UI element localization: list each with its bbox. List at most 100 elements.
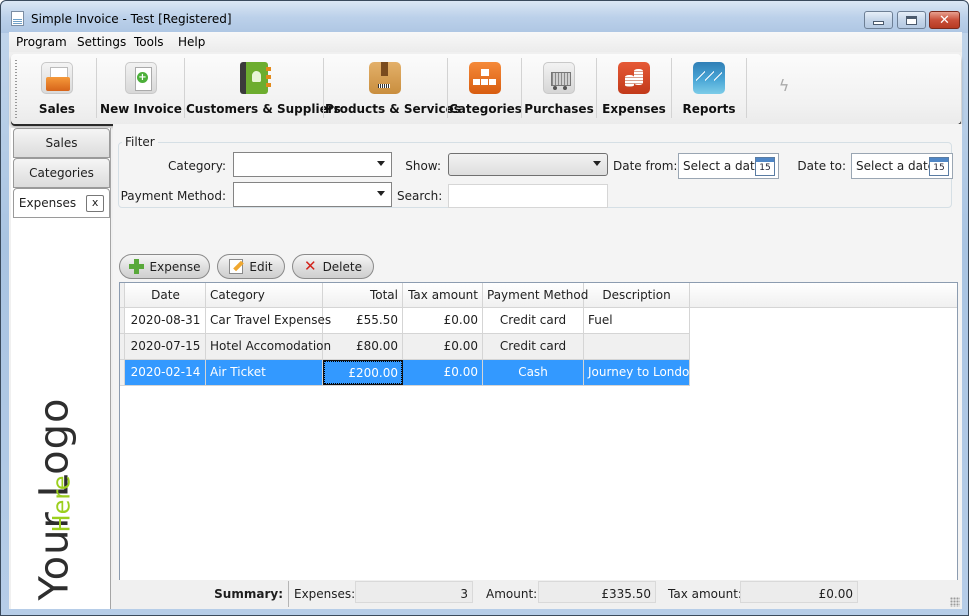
menu-tools[interactable]: Tools [134, 35, 164, 49]
cell-payment: Credit card [483, 308, 584, 333]
side-tab-expenses-label: Expenses [18, 196, 77, 210]
filter-title: Filter [122, 135, 158, 149]
table-row[interactable]: 2020-08-31 Car Travel Expenses £55.50 £0… [120, 308, 690, 334]
chevron-down-icon [377, 191, 385, 196]
title-bar: Simple Invoice - Test [Registered] ✕ [1, 1, 968, 33]
search-input[interactable] [448, 184, 608, 208]
date-to-placeholder: Select a date [856, 159, 936, 173]
side-tab-categories[interactable]: Categories [13, 158, 110, 188]
ribbon-reports-button[interactable]: Reports [673, 58, 745, 120]
column-header-tax-amount[interactable]: Tax amount [403, 283, 483, 307]
delete-button[interactable]: ✕ Delete [292, 254, 374, 279]
tab-close-button[interactable]: x [86, 195, 105, 212]
chevron-down-icon [593, 161, 601, 166]
row-header[interactable] [120, 334, 125, 359]
client-area: Program Settings Tools Help Sales New In… [9, 32, 962, 609]
window-title: Simple Invoice - Test [Registered] [31, 12, 232, 26]
column-header-description[interactable]: Description [584, 283, 690, 307]
tax-amount-label: Tax amount: [668, 587, 742, 601]
address-book-icon [240, 62, 271, 94]
menu-program[interactable]: Program [16, 35, 67, 49]
menu-help[interactable]: Help [178, 35, 205, 49]
row-header-corner [120, 283, 125, 307]
maximize-button[interactable] [897, 11, 926, 29]
edit-button[interactable]: Edit [217, 254, 285, 279]
date-to-picker[interactable]: Select a date 15 [851, 153, 953, 179]
cell-payment: Cash [483, 360, 584, 385]
column-header-total[interactable]: Total [323, 283, 403, 307]
side-tab-sales[interactable]: Sales [13, 128, 110, 158]
date-from-label: Date from: [613, 159, 678, 173]
ribbon-separator [596, 58, 597, 118]
cell-total-focused[interactable]: £200.00 [323, 360, 403, 385]
side-tab-strip: Sales Categories Expenses x Your Logo Her… [11, 128, 111, 609]
ribbon-sales-label: Sales [38, 102, 76, 116]
close-button[interactable]: ✕ [929, 11, 960, 29]
ribbon-products-services-label: Products & Services [325, 102, 461, 116]
cell-total: £55.50 [323, 308, 403, 333]
cell-date: 2020-02-14 [126, 360, 206, 385]
minimize-button[interactable] [864, 11, 893, 29]
ribbon-products-services-button[interactable]: Products & Services [325, 58, 461, 120]
cell-category: Air Ticket [206, 360, 323, 385]
ribbon-categories-button[interactable]: Categories [449, 58, 522, 120]
ribbon-categories-label: Categories [449, 102, 522, 116]
cell-total: £80.00 [323, 334, 403, 359]
row-header[interactable] [120, 360, 125, 385]
column-header-date[interactable]: Date [126, 283, 206, 307]
delete-label: Delete [322, 259, 362, 274]
company-logo: Your Logo Here [11, 388, 111, 608]
table-row[interactable]: 2020-07-15 Hotel Accomodation £80.00 £0.… [120, 334, 690, 360]
amount-label: Amount: [486, 587, 538, 601]
category-dropdown[interactable] [233, 152, 392, 177]
add-expense-label: Expense [149, 259, 201, 274]
new-invoice-icon [125, 62, 157, 94]
date-from-picker[interactable]: Select a date 15 [678, 153, 779, 179]
cell-description [584, 334, 690, 359]
tax-amount-value: £0.00 [740, 581, 858, 603]
search-label: Search: [397, 189, 443, 203]
side-tab-sales-label: Sales [45, 136, 78, 150]
summary-bar: Summary: Expenses: 3 Amount: £335.50 Tax… [113, 580, 962, 609]
calendar-icon[interactable]: 15 [755, 157, 775, 176]
ribbon-separator [96, 58, 97, 118]
cell-description: Fuel [584, 308, 690, 333]
ribbon-new-invoice-label: New Invoice [100, 102, 182, 116]
maximize-icon [906, 15, 917, 25]
date-from-placeholder: Select a date [683, 159, 763, 173]
shopping-cart-icon [543, 62, 575, 94]
column-header-category[interactable]: Category [206, 283, 323, 307]
edit-label: Edit [249, 259, 273, 274]
row-header[interactable] [120, 308, 125, 333]
table-row-selected[interactable]: 2020-02-14 Air Ticket £200.00 £0.00 Cash… [120, 360, 697, 386]
coins-icon [618, 62, 650, 94]
lightning-icon[interactable]: ϟ [775, 76, 793, 95]
column-header-payment-method[interactable]: Payment Method [483, 283, 588, 307]
ribbon-expenses-label: Expenses [602, 102, 666, 116]
date-to-label: Date to: [797, 159, 846, 173]
cell-category: Car Travel Expenses [206, 308, 331, 333]
ribbon-new-invoice-button[interactable]: New Invoice [99, 58, 183, 120]
table-header: Date Category Total Tax amount Payment M… [120, 283, 957, 308]
delete-x-icon: ✕ [303, 257, 317, 275]
calendar-icon[interactable]: 15 [929, 157, 949, 176]
ribbon-customers-suppliers-button[interactable]: Customers & Suppliers [186, 58, 341, 120]
ribbon-purchases-button[interactable]: Purchases [523, 58, 595, 120]
payment-method-dropdown[interactable] [233, 182, 392, 207]
side-tab-expenses[interactable]: Expenses x [13, 188, 110, 218]
ribbon-sales-button[interactable]: Sales [23, 58, 91, 120]
package-box-icon [369, 62, 401, 94]
summary-divider [288, 581, 289, 607]
ribbon-separator [323, 58, 324, 118]
payment-method-label: Payment Method: [120, 189, 226, 203]
ribbon-grip[interactable] [15, 60, 17, 118]
resize-grip[interactable] [950, 597, 960, 607]
ribbon-purchases-label: Purchases [524, 102, 594, 116]
menu-settings[interactable]: Settings [77, 35, 126, 49]
hierarchy-icon [469, 62, 501, 94]
show-dropdown[interactable] [448, 153, 608, 176]
ribbon-expenses-button[interactable]: Expenses [598, 58, 670, 120]
add-expense-button[interactable]: Expense [119, 254, 210, 279]
cell-date: 2020-07-15 [126, 334, 206, 359]
cell-date: 2020-08-31 [126, 308, 206, 333]
